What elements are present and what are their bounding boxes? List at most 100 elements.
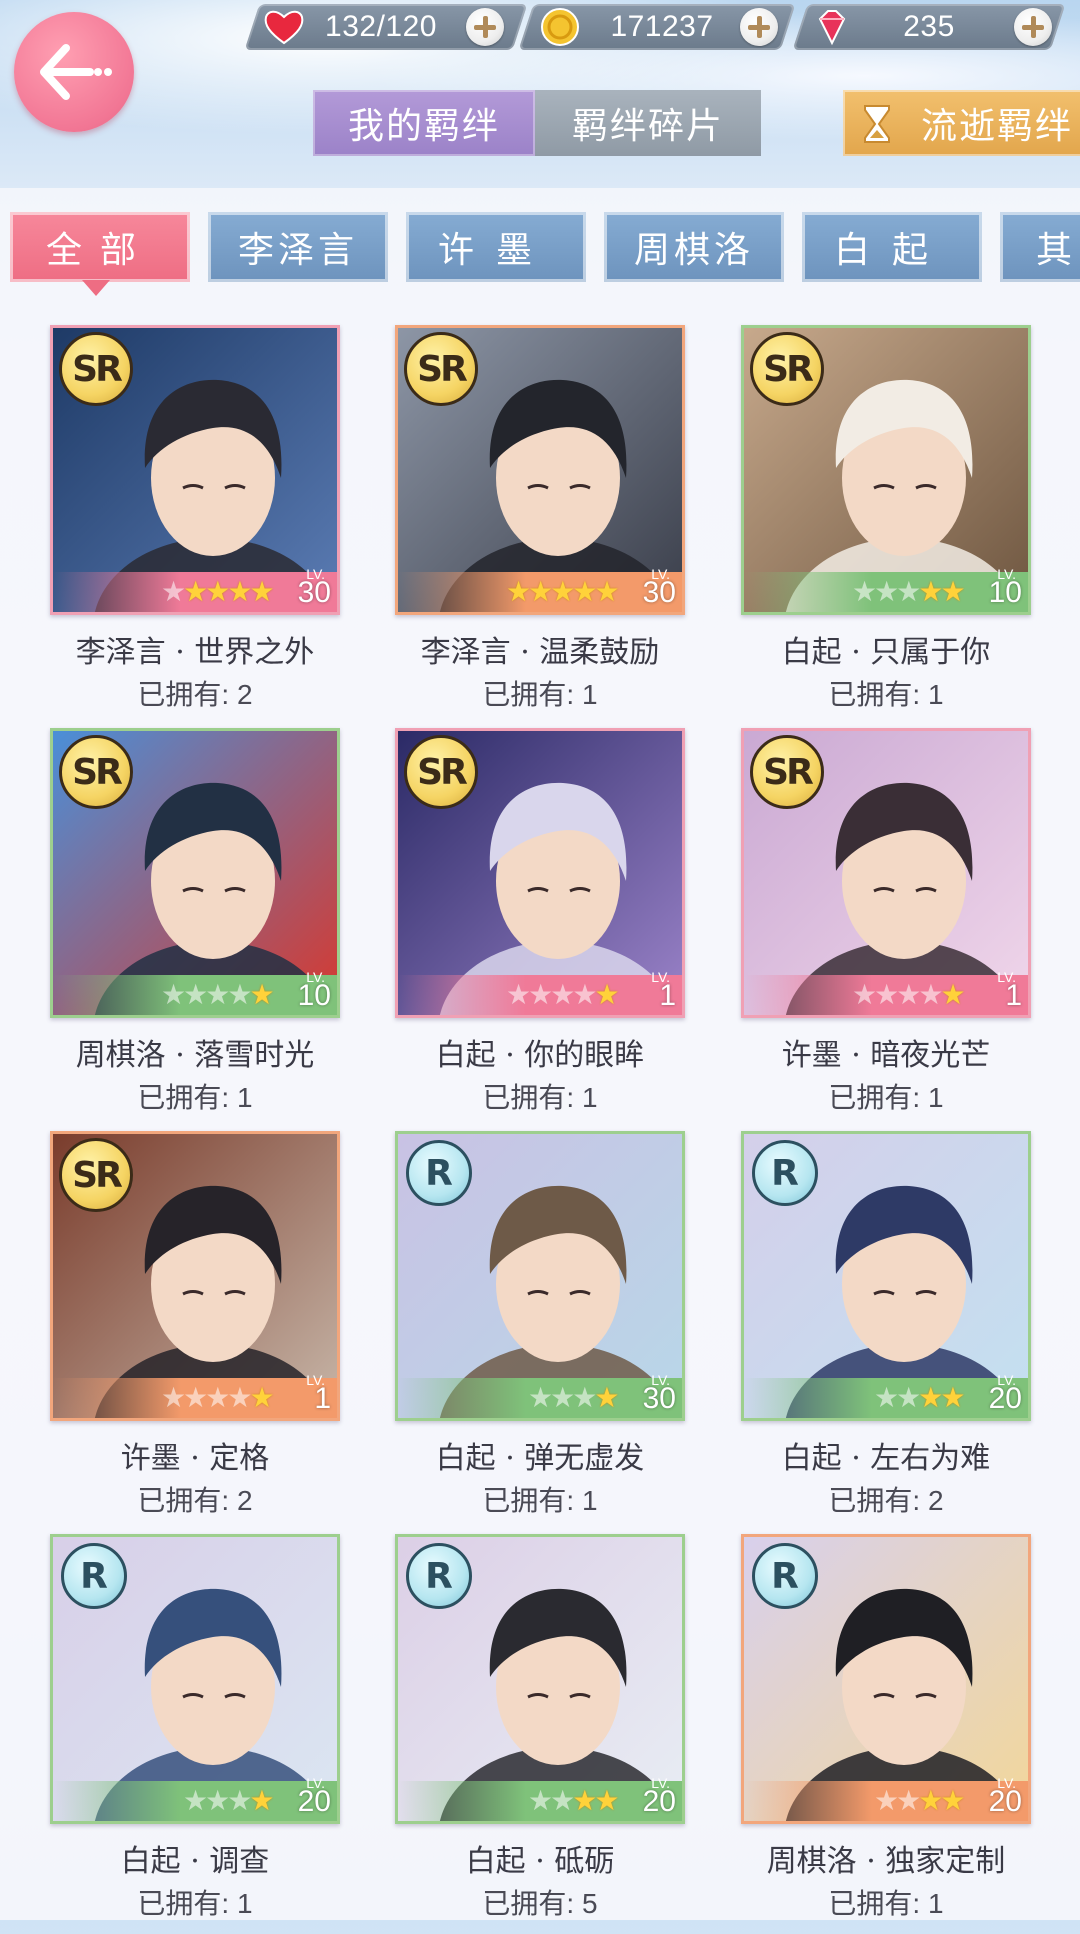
star-empty-icon: ★ <box>896 575 921 608</box>
star-filled-icon: ★ <box>594 1381 619 1414</box>
star-empty-icon: ★ <box>918 978 943 1011</box>
star-empty-icon: ★ <box>528 1381 553 1414</box>
add-gold-button[interactable] <box>740 8 778 46</box>
star-filled-icon: ★ <box>183 575 208 608</box>
tab-bond-fragments[interactable]: 羁绊碎片 <box>535 90 761 156</box>
star-filled-icon: ★ <box>572 575 597 608</box>
star-empty-icon: ★ <box>874 1381 899 1414</box>
add-stamina-button[interactable] <box>466 8 504 46</box>
star-filled-icon: ★ <box>918 1784 943 1817</box>
star-filled-icon: ★ <box>249 978 274 1011</box>
card-level: 30 <box>642 1382 676 1415</box>
filter-zhou-qiluo-label: 周棋洛 <box>633 230 754 271</box>
tab-my-bonds-label: 我的羁绊 <box>347 106 500 147</box>
r-rarity-badge: R <box>752 1140 818 1206</box>
bond-card[interactable]: SR ★★★★★ LV. 1 许墨 · 暗夜光芒 已拥有: 1 <box>741 728 1031 1128</box>
sr-rarity-badge: SR <box>59 332 133 406</box>
filter-xu-mo-label: 许墨 <box>437 230 554 271</box>
card-frame: R ★★★★ LV. 20 <box>395 1534 685 1824</box>
star-empty-icon: ★ <box>852 978 877 1011</box>
bond-card[interactable]: SR ★★★★★ LV. 1 许墨 · 定格 已拥有: 2 <box>50 1131 340 1531</box>
star-filled-icon: ★ <box>550 575 575 608</box>
star-empty-icon: ★ <box>183 1381 208 1414</box>
card-level: 1 <box>659 979 676 1012</box>
sr-rarity-badge: SR <box>404 332 478 406</box>
bond-card[interactable]: R ★★★★ LV. 20 白起 · 砥砺 已拥有: 5 <box>395 1534 685 1934</box>
r-rarity-badge: R <box>752 1543 818 1609</box>
filter-bai-qi-label: 白起 <box>833 230 950 271</box>
card-owned-count: 已拥有: 1 <box>828 679 944 710</box>
card-name: 周棋洛 · 独家定制 <box>766 1844 1006 1879</box>
card-frame: SR ★★★★★ LV. 30 <box>395 325 685 615</box>
star-rating: ★★★★ <box>874 1784 965 1817</box>
star-empty-icon: ★ <box>874 575 899 608</box>
add-diamond-button[interactable] <box>1014 8 1052 46</box>
star-rating: ★★★★★ <box>161 978 275 1011</box>
filter-other-label: 其 <box>1036 230 1077 271</box>
filter-bai-qi[interactable]: 白起 <box>802 212 982 282</box>
star-rating: ★★★★ <box>528 1784 619 1817</box>
star-empty-icon: ★ <box>227 978 252 1011</box>
sr-rarity-badge: SR <box>750 332 824 406</box>
bond-card[interactable]: R ★★★★ LV. 20 周棋洛 · 独家定制 已拥有: 1 <box>741 1534 1031 1934</box>
card-frame: R ★★★★ LV. 20 <box>741 1534 1031 1824</box>
card-name: 白起 · 你的眼眸 <box>435 1038 645 1073</box>
bond-card[interactable]: SR ★★★★★ LV. 10 白起 · 只属于你 已拥有: 1 <box>741 325 1031 725</box>
star-filled-icon: ★ <box>940 1381 965 1414</box>
filter-li-zeyan[interactable]: 李泽言 <box>208 212 388 282</box>
card-owned-count: 已拥有: 1 <box>828 1082 944 1113</box>
bond-card[interactable]: SR ★★★★★ LV. 30 李泽言 · 温柔鼓励 已拥有: 1 <box>395 325 685 725</box>
filter-xu-mo[interactable]: 许墨 <box>406 212 586 282</box>
back-button[interactable] <box>14 12 134 132</box>
star-rating: ★★★★★ <box>506 978 620 1011</box>
bond-card[interactable]: SR ★★★★★ LV. 10 周棋洛 · 落雪时光 已拥有: 1 <box>50 728 340 1128</box>
star-filled-icon: ★ <box>940 978 965 1011</box>
star-rating: ★★★★★ <box>852 978 966 1011</box>
bond-card[interactable]: R ★★★★ LV. 30 白起 · 弹无虚发 已拥有: 1 <box>395 1131 685 1531</box>
bond-card[interactable]: SR ★★★★★ LV. 1 白起 · 你的眼眸 已拥有: 1 <box>395 728 685 1128</box>
card-level: 20 <box>988 1382 1022 1415</box>
card-name: 李泽言 · 温柔鼓励 <box>420 635 660 670</box>
card-frame: R ★★★★ LV. 20 <box>741 1131 1031 1421</box>
star-rating: ★★★★★ <box>161 575 275 608</box>
star-empty-icon: ★ <box>572 1381 597 1414</box>
bond-card[interactable]: R ★★★★ LV. 20 白起 · 左右为难 已拥有: 2 <box>741 1131 1031 1531</box>
card-owned-count: 已拥有: 1 <box>482 1082 598 1113</box>
filter-li-zeyan-label: 李泽言 <box>237 230 358 271</box>
card-level: 30 <box>297 576 331 609</box>
star-rating: ★★★★ <box>183 1784 274 1817</box>
diamond-icon <box>818 10 846 46</box>
r-rarity-badge: R <box>61 1543 127 1609</box>
bond-card[interactable]: SR ★★★★★ LV. 30 李泽言 · 世界之外 已拥有: 2 <box>50 325 340 725</box>
star-rating: ★★★★★ <box>506 575 620 608</box>
star-empty-icon: ★ <box>227 1381 252 1414</box>
card-level: 10 <box>297 979 331 1012</box>
filter-all-label: 全部 <box>45 230 154 271</box>
card-owned-count: 已拥有: 1 <box>137 1082 253 1113</box>
bond-card[interactable]: R ★★★★ LV. 20 白起 · 调查 已拥有: 1 <box>50 1534 340 1934</box>
star-filled-icon: ★ <box>249 1784 274 1817</box>
star-empty-icon: ★ <box>550 1784 575 1817</box>
heart-icon <box>264 10 304 45</box>
star-filled-icon: ★ <box>594 1784 619 1817</box>
back-arrow-icon <box>40 44 112 100</box>
filter-zhou-qiluo[interactable]: 周棋洛 <box>604 212 784 282</box>
card-level: 10 <box>988 576 1022 609</box>
star-empty-icon: ★ <box>874 1784 899 1817</box>
star-rating: ★★★★ <box>528 1381 619 1414</box>
star-filled-icon: ★ <box>506 575 531 608</box>
star-empty-icon: ★ <box>550 1381 575 1414</box>
star-filled-icon: ★ <box>528 575 553 608</box>
card-level: 30 <box>642 576 676 609</box>
active-filter-pointer <box>82 280 110 296</box>
card-owned-count: 已拥有: 2 <box>828 1485 944 1516</box>
tab-my-bonds[interactable]: 我的羁绊 <box>313 90 535 156</box>
card-owned-count: 已拥有: 1 <box>482 1485 598 1516</box>
filter-all[interactable]: 全部 <box>10 212 190 282</box>
tab-bond-fragments-label: 羁绊碎片 <box>571 106 724 147</box>
star-filled-icon: ★ <box>918 575 943 608</box>
star-empty-icon: ★ <box>227 1784 252 1817</box>
star-empty-icon: ★ <box>161 1381 186 1414</box>
card-level: 1 <box>1005 979 1022 1012</box>
filter-other[interactable]: 其 <box>1000 212 1080 282</box>
